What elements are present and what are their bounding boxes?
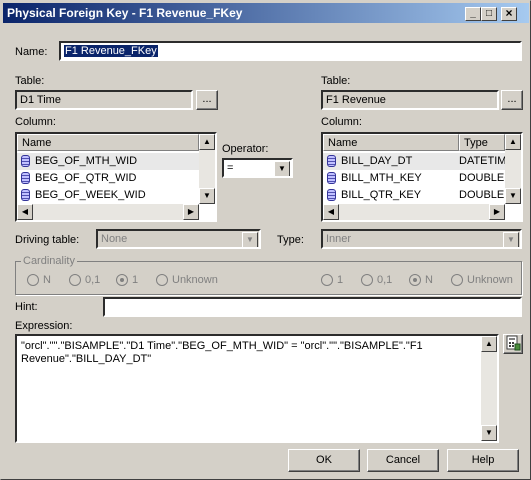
minimize-button[interactable]: _ xyxy=(465,7,481,21)
expression-scrollbar[interactable]: ▲ ▼ xyxy=(481,336,497,441)
left-column-header-name[interactable]: Name xyxy=(17,134,199,151)
left-table-browse-button[interactable]: ... xyxy=(196,90,218,110)
right-vertical-scrollbar[interactable]: ▲ ▼ xyxy=(505,134,521,204)
list-item[interactable]: BILL_DAY_DT DATETIM xyxy=(323,153,506,170)
scroll-right-arrow-icon[interactable]: ▶ xyxy=(183,204,199,220)
ok-button[interactable]: OK xyxy=(288,449,360,472)
column-icon xyxy=(21,189,30,202)
left-table-label: Table: xyxy=(15,75,45,87)
list-item[interactable]: BEG_OF_QTR_WID xyxy=(17,170,199,187)
right-table-label: Table: xyxy=(321,75,351,87)
radio-left-n: N xyxy=(27,274,51,287)
list-item[interactable]: BILL_QTR_KEY DOUBLE xyxy=(323,187,505,204)
right-horizontal-scrollbar[interactable]: ◀ ▶ xyxy=(323,204,505,220)
left-column-label: Column: xyxy=(15,116,56,128)
expression-label: Expression: xyxy=(15,320,73,332)
radio-icon xyxy=(451,274,463,287)
title-bar[interactable]: Physical Foreign Key - F1 Revenue_FKey _… xyxy=(3,3,529,23)
left-vertical-scrollbar[interactable]: ▲ ▼ xyxy=(199,134,215,204)
radio-left-01: 0,1 xyxy=(69,274,100,287)
name-value: F1 Revenue_FKey xyxy=(64,45,158,57)
column-icon xyxy=(327,189,336,202)
expression-textarea[interactable]: "orcl".""."BISAMPLE"."D1 Time"."BEG_OF_M… xyxy=(15,334,499,443)
scroll-down-arrow-icon[interactable]: ▼ xyxy=(199,188,215,204)
radio-right-1: 1 xyxy=(321,274,343,287)
close-button[interactable]: × xyxy=(501,7,517,21)
radio-right-unknown: Unknown xyxy=(451,274,513,287)
expression-builder-icon xyxy=(506,335,521,351)
left-table-field: D1 Time xyxy=(15,90,193,110)
chevron-down-icon[interactable]: ▼ xyxy=(274,161,290,176)
cardinality-legend: Cardinality xyxy=(21,255,77,267)
radio-icon xyxy=(409,274,421,287)
radio-icon xyxy=(69,274,81,287)
type-label: Type: xyxy=(277,234,304,246)
type-value: Inner xyxy=(326,233,352,245)
maximize-button[interactable]: □ xyxy=(481,7,497,21)
right-column-label: Column: xyxy=(321,116,362,128)
driving-table-select: None ▼ xyxy=(96,229,261,249)
operator-label: Operator: xyxy=(222,143,269,155)
expression-builder-button[interactable] xyxy=(503,334,523,354)
radio-icon xyxy=(27,274,39,287)
chevron-down-icon: ▼ xyxy=(242,232,258,247)
radio-right-01: 0,1 xyxy=(361,274,392,287)
expression-line-1: "orcl".""."BISAMPLE"."D1 Time"."BEG_OF_M… xyxy=(21,340,423,352)
list-item[interactable]: BILL_MTH_KEY DOUBLE xyxy=(323,170,505,187)
column-icon xyxy=(21,172,30,185)
scroll-left-arrow-icon[interactable]: ◀ xyxy=(323,204,339,220)
scroll-up-arrow-icon[interactable]: ▲ xyxy=(199,134,215,150)
list-item[interactable]: BEG_OF_WEEK_WID xyxy=(17,187,199,204)
left-horizontal-scrollbar[interactable]: ◀ ▶ xyxy=(17,204,199,220)
radio-left-unknown: Unknown xyxy=(156,274,218,287)
left-column-list[interactable]: Name BEG_OF_MTH_WID BEG_OF_QTR_WID BEG_O… xyxy=(15,132,217,222)
help-button[interactable]: Help xyxy=(447,449,519,472)
scroll-down-arrow-icon[interactable]: ▼ xyxy=(505,188,521,204)
chevron-down-icon: ▼ xyxy=(503,232,519,247)
right-column-list[interactable]: Name Type BILL_DAY_DT DATETIM BILL_MTH_KE… xyxy=(321,132,523,222)
list-item[interactable]: BEG_OF_MTH_WID xyxy=(17,153,199,170)
window-title: Physical Foreign Key - F1 Revenue_FKey xyxy=(7,6,243,20)
right-table-field: F1 Revenue xyxy=(321,90,499,110)
dialog-window: Physical Foreign Key - F1 Revenue_FKey _… xyxy=(0,0,531,480)
column-icon xyxy=(327,172,336,185)
cancel-button[interactable]: Cancel xyxy=(367,449,439,472)
type-select: Inner ▼ xyxy=(321,229,522,249)
radio-icon xyxy=(321,274,333,287)
scroll-down-arrow-icon[interactable]: ▼ xyxy=(481,425,497,441)
column-icon xyxy=(327,155,336,168)
operator-value: = xyxy=(227,162,234,174)
expression-line-2: Revenue"."BILL_DAY_DT" xyxy=(21,353,152,365)
scroll-left-arrow-icon[interactable]: ◀ xyxy=(17,204,33,220)
scroll-right-arrow-icon[interactable]: ▶ xyxy=(489,204,505,220)
hint-input[interactable] xyxy=(103,297,522,317)
hint-label: Hint: xyxy=(15,301,38,313)
name-label: Name: xyxy=(15,46,48,58)
radio-right-n: N xyxy=(409,274,433,287)
right-column-header-type[interactable]: Type xyxy=(459,134,505,151)
name-field[interactable]: F1 Revenue_FKey xyxy=(59,41,522,61)
scroll-up-arrow-icon[interactable]: ▲ xyxy=(505,134,521,150)
scroll-up-arrow-icon[interactable]: ▲ xyxy=(481,336,497,352)
operator-select[interactable]: = ▼ xyxy=(222,158,293,178)
radio-icon xyxy=(116,274,128,287)
driving-table-value: None xyxy=(101,233,128,245)
right-column-header-name[interactable]: Name xyxy=(323,134,459,151)
column-icon xyxy=(21,155,30,168)
driving-table-label: Driving table: xyxy=(15,234,80,246)
radio-left-1: 1 xyxy=(116,274,138,287)
radio-icon xyxy=(156,274,168,287)
right-table-browse-button[interactable]: ... xyxy=(501,90,523,110)
radio-icon xyxy=(361,274,373,287)
